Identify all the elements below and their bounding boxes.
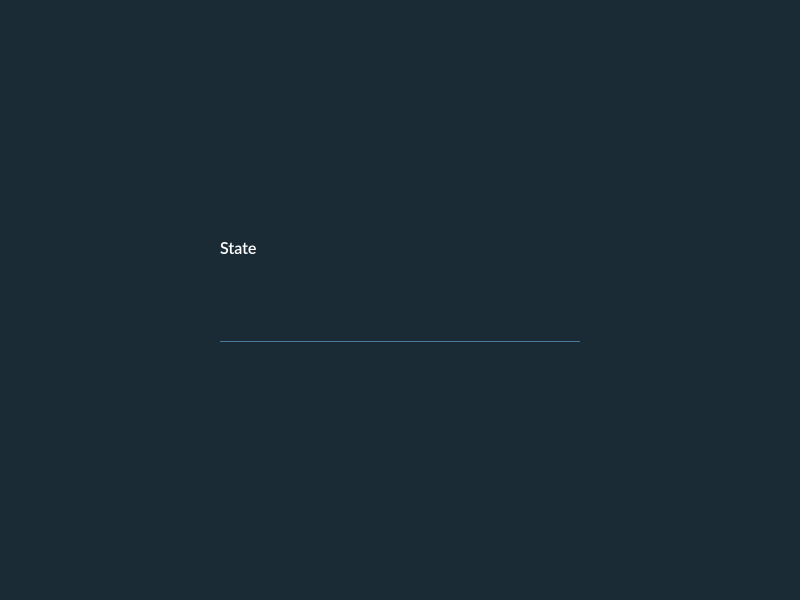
state-input[interactable]	[220, 310, 580, 342]
form-container: State	[220, 239, 580, 342]
state-label: State	[220, 239, 580, 258]
